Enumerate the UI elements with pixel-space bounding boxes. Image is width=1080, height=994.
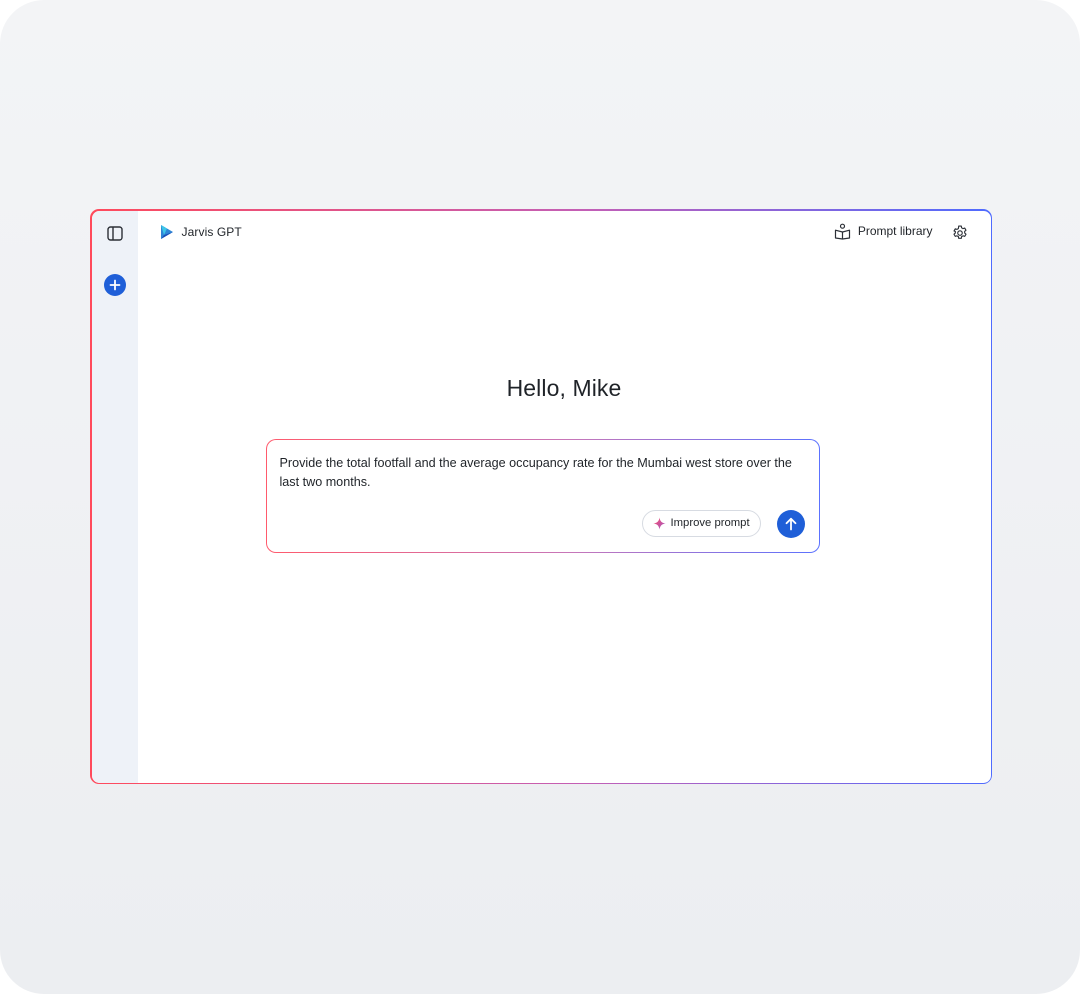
book-person-icon <box>834 223 850 240</box>
prompt-composer-inner: Provide the total footfall and the avera… <box>266 439 819 552</box>
improve-prompt-label: Improve prompt <box>670 517 750 529</box>
brand: Jarvis GPT <box>160 224 242 240</box>
settings-button[interactable] <box>950 223 970 243</box>
brand-name: Jarvis GPT <box>181 224 242 239</box>
arrow-up-icon <box>785 517 796 530</box>
top-bar: Jarvis GPT Prompt library <box>138 211 991 255</box>
sidebar-panel-icon <box>106 226 123 241</box>
greeting-heading: Hello, Mike <box>506 374 622 401</box>
prompt-library-label: Prompt library <box>857 224 933 238</box>
app-window: Jarvis GPT Prompt library Hello, Mike Pr… <box>90 209 992 784</box>
background-card: Jarvis GPT Prompt library Hello, Mike Pr… <box>0 0 1080 994</box>
prompt-library-button[interactable]: Prompt library <box>834 223 933 240</box>
sidebar-toggle-button[interactable] <box>105 224 125 244</box>
improve-prompt-button[interactable]: Improve prompt <box>641 509 761 537</box>
jarvis-logo-icon <box>160 224 173 239</box>
app-window-inner: Jarvis GPT Prompt library Hello, Mike Pr… <box>91 210 991 783</box>
plus-icon <box>109 279 120 290</box>
prompt-input[interactable]: Provide the total footfall and the avera… <box>280 454 795 492</box>
gear-icon <box>952 225 967 239</box>
sparkle-icon <box>652 516 666 530</box>
sidebar <box>91 210 138 783</box>
send-button[interactable] <box>776 509 805 538</box>
new-chat-button[interactable] <box>103 273 126 296</box>
prompt-composer: Provide the total footfall and the avera… <box>265 438 820 553</box>
